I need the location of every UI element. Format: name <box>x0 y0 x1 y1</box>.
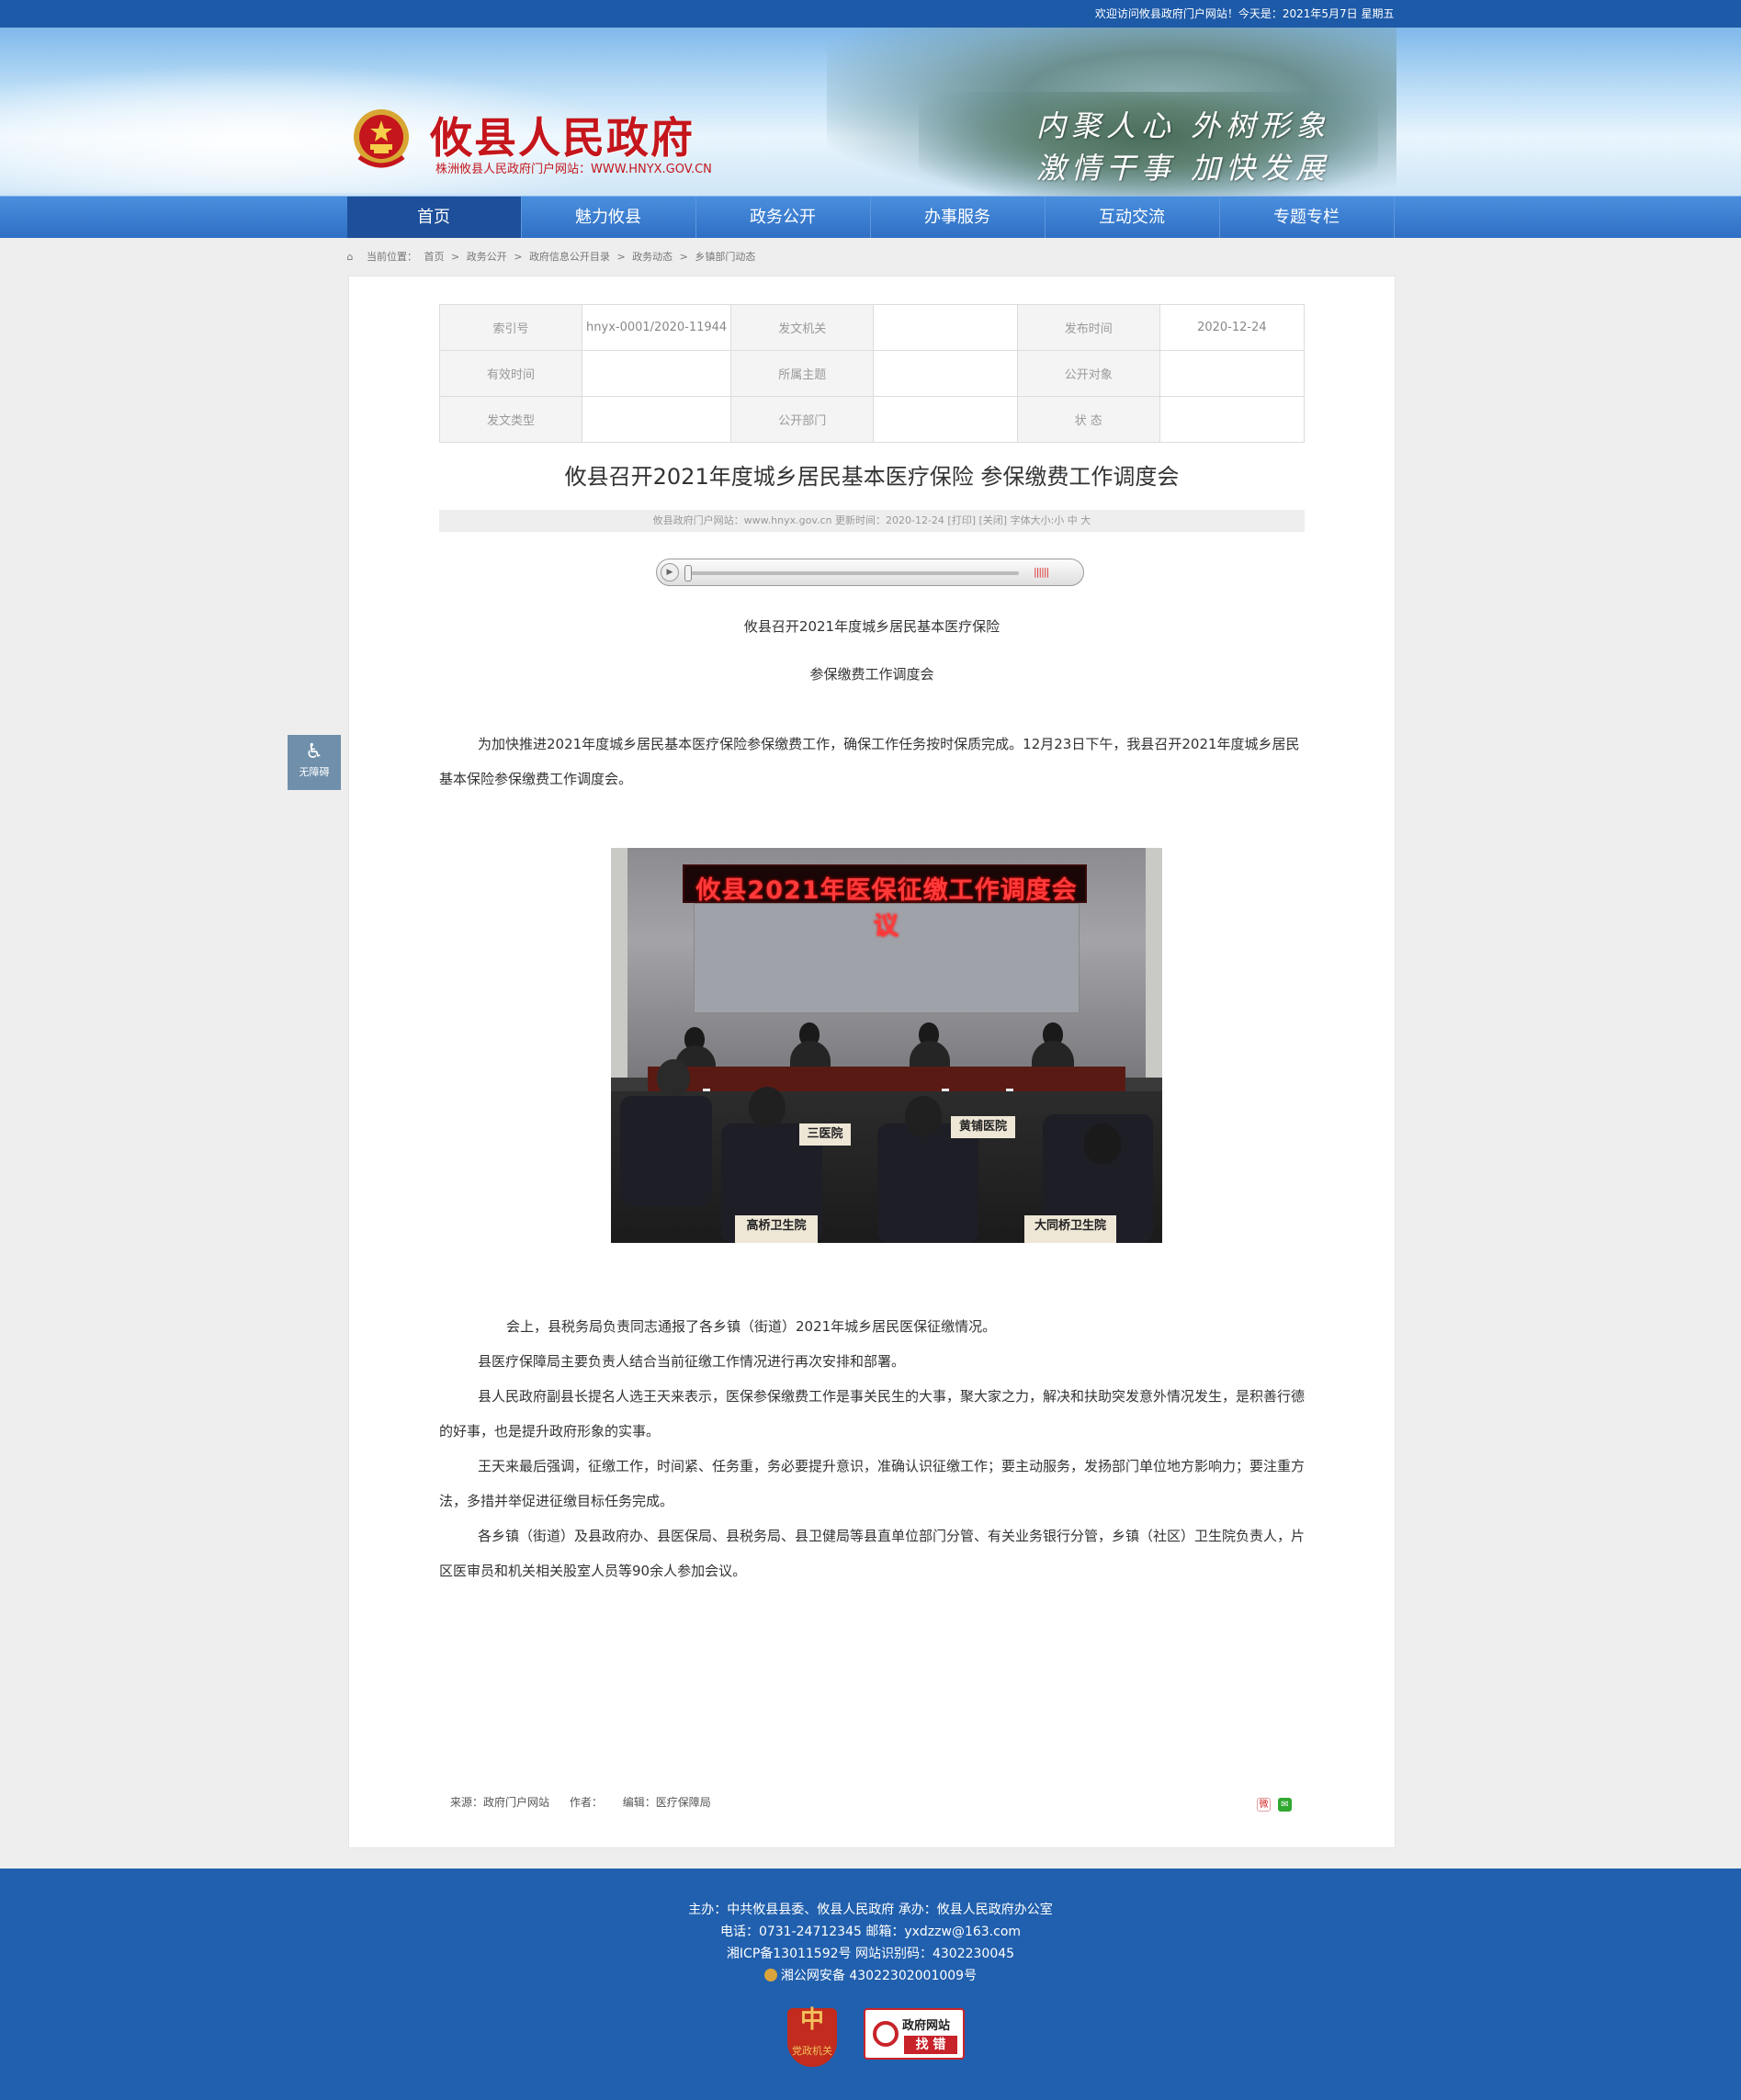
article-editor: 编辑：医疗保障局 <box>622 1796 711 1809</box>
accessibility-label: 无障碍 <box>299 766 330 778</box>
meta-key: 公开部门 <box>730 396 875 443</box>
breadcrumb-link-gov[interactable]: 政务公开 <box>467 251 507 263</box>
welcome-text: 欢迎访问攸县政府门户网站！今天是：2021年5月7日 星期五 <box>1094 7 1395 20</box>
article-panel: 索引号 hnyx-0001/2020-11944 发文机关 发布时间 2020-… <box>348 276 1396 1848</box>
site-banner: 攸县人民政府 株洲攸县人民政府门户网站：WWW.HNYX.GOV.CN 内聚人心… <box>0 28 1741 196</box>
meeting-photo: 攸县2021年医保征缴工作调度会议 三医院 黄铺医院 高桥卫生院 大同桥卫生院 <box>611 848 1162 1243</box>
accessibility-button[interactable]: ♿ 无障碍 <box>288 735 341 790</box>
party-gov-org-label: 党政机关 <box>792 2045 832 2057</box>
name-plate: 大同桥卫生院 <box>1024 1215 1116 1243</box>
breadcrumb-sep: > <box>616 251 626 263</box>
meta-value <box>873 304 1018 351</box>
meta-key: 发布时间 <box>1016 304 1160 351</box>
article-paragraph: 县人民政府副县长提名人选王天来表示，医保参保缴费工作是事关民生的大事，聚大家之力… <box>439 1388 1306 1440</box>
breadcrumb-link-catalog[interactable]: 政府信息公开目录 <box>529 251 610 263</box>
report-error-line-1: 政府网站 <box>902 2019 951 2033</box>
nav-item-services[interactable]: 办事服务 <box>871 197 1046 238</box>
article-heading-line-1: 攸县召开2021年度城乡居民基本医疗保险 <box>743 618 1001 635</box>
meta-value: hnyx-0001/2020-11944 <box>582 304 732 351</box>
article-author: 作者： <box>569 1796 603 1809</box>
nav-item-charm[interactable]: 魅力攸县 <box>522 197 696 238</box>
meta-value: 2020-12-24 <box>1159 304 1306 351</box>
top-bar: 欢迎访问攸县政府门户网站！今天是：2021年5月7日 星期五 <box>0 0 1741 28</box>
meta-key: 发文类型 <box>438 396 583 443</box>
metadata-table: 索引号 hnyx-0001/2020-11944 发文机关 发布时间 2020-… <box>438 304 1306 443</box>
nav-item-home[interactable]: 首页 <box>346 197 522 238</box>
national-emblem-icon <box>354 109 409 168</box>
audio-progress-handle[interactable] <box>684 565 692 581</box>
slogan-line-1: 内聚人心 外树形象 <box>1036 108 1331 143</box>
volume-icon[interactable]: |||||| <box>1034 566 1049 578</box>
footer-sponsor: 主办：中共攸县县委、攸县人民政府 承办：攸县人民政府办公室 <box>688 1902 1053 1917</box>
police-badge-icon <box>763 1969 777 1981</box>
meta-value <box>1159 396 1306 443</box>
breadcrumb-sep: > <box>451 251 460 263</box>
footer-police-record[interactable]: 湘公网安备 43022302001009号 <box>0 1965 1741 1987</box>
breadcrumb-link-home[interactable]: 首页 <box>424 251 445 263</box>
meta-key: 索引号 <box>438 304 583 351</box>
audio-progress-track[interactable] <box>688 571 1019 575</box>
table-row: 有效时间 所属主题 公开对象 <box>438 350 1306 397</box>
table-row: 发文类型 公开部门 状 态 <box>438 396 1306 443</box>
play-icon[interactable]: ▶ <box>661 563 679 581</box>
meta-key: 状 态 <box>1016 396 1160 443</box>
audio-player[interactable]: ▶ |||||| <box>656 559 1084 586</box>
article-paragraph: 各乡镇（街道）及县政府办、县医保局、县税务局、县卫健局等县直单位部门分管、有关业… <box>439 1528 1306 1579</box>
site-footer: 主办：中共攸县县委、攸县人民政府 承办：攸县人民政府办公室 电话：0731-24… <box>0 1869 1741 2100</box>
wechat-share-icon[interactable]: ✉ <box>1278 1798 1292 1812</box>
meta-key: 所属主题 <box>730 350 875 397</box>
weibo-share-icon[interactable]: 微 <box>1257 1798 1271 1812</box>
meta-value <box>1159 350 1306 397</box>
article-intro: 为加快推进2021年度城乡居民基本医疗保险参保缴费工作，确保工作任务按时保质完成… <box>439 736 1300 787</box>
footer-contact: 电话：0731-24712345 邮箱：yxdzzw@163.com <box>719 1925 1022 1939</box>
led-banner: 攸县2021年医保征缴工作调度会议 <box>683 864 1087 941</box>
article-footer-note: 来源：政府门户网站 作者： 编辑：医疗保障局 <box>450 1794 728 1810</box>
breadcrumb-sep: > <box>679 251 688 263</box>
article-paragraph: 县医疗保障局主要负责人结合当前征缴工作情况进行再次安排和部署。 <box>478 1353 906 1370</box>
site-subtitle: 株洲攸县人民政府门户网站：WWW.HNYX.GOV.CN <box>435 163 712 176</box>
nav-item-topics[interactable]: 专题专栏 <box>1220 197 1395 238</box>
meta-value <box>873 396 1018 443</box>
meta-value <box>582 350 732 397</box>
name-plate: 高桥卫生院 <box>735 1215 818 1243</box>
breadcrumb-link-town[interactable]: 乡镇部门动态 <box>695 251 755 263</box>
breadcrumb: ⌂ 当前位置： 首页 > 政务公开 > 政府信息公开目录 > 政务动态 > 乡镇… <box>347 238 1395 277</box>
party-gov-org-badge[interactable]: 中 党政机关 <box>787 2008 837 2067</box>
report-error-line-2: 找 错 <box>904 2036 957 2054</box>
meta-key: 有效时间 <box>438 350 583 397</box>
nav-item-interaction[interactable]: 互动交流 <box>1046 197 1220 238</box>
led-banner-text: 攸县2021年医保征缴工作调度会议 <box>695 876 1078 941</box>
meta-value <box>873 350 1018 397</box>
magnifier-icon <box>873 2021 899 2047</box>
table-row: 索引号 hnyx-0001/2020-11944 发文机关 发布时间 2020-… <box>438 304 1306 351</box>
name-plate: 三医院 <box>799 1123 851 1146</box>
main-nav: 首页 魅力攸县 政务公开 办事服务 互动交流 专题专栏 <box>0 196 1741 238</box>
breadcrumb-sep: > <box>514 251 523 263</box>
party-gov-org-mark: 中 <box>799 2006 824 2034</box>
wheelchair-icon: ♿ <box>305 740 323 763</box>
report-error-badge[interactable]: 政府网站 找 错 <box>864 2008 965 2060</box>
article-source: 来源：政府门户网站 <box>450 1796 550 1809</box>
article-title: 攸县召开2021年度城乡居民基本医疗保险 参保缴费工作调度会 <box>564 464 1180 490</box>
name-plate: 黄铺医院 <box>951 1116 1015 1138</box>
article-paragraph: 王天来最后强调，征缴工作，时间紧、任务重，务必要提升意识，准确认识征缴工作；要主… <box>439 1458 1306 1509</box>
meta-key: 公开对象 <box>1016 350 1160 397</box>
meta-key: 发文机关 <box>730 304 875 351</box>
meta-value <box>582 396 732 443</box>
article-info-bar[interactable]: 攸县政府门户网站：www.hnyx.gov.cn 更新时间：2020-12-24… <box>439 510 1305 532</box>
article-paragraph: 会上，县税务局负责同志通报了各乡镇（街道）2021年城乡居民医保征缴情况。 <box>506 1318 997 1335</box>
nav-item-gov-affairs[interactable]: 政务公开 <box>696 197 871 238</box>
breadcrumb-label: 当前位置： <box>367 251 417 263</box>
footer-police-text: 湘公网安备 43022302001009号 <box>780 1969 978 1983</box>
article-heading-line-2: 参保缴费工作调度会 <box>809 666 934 683</box>
site-title[interactable]: 攸县人民政府 <box>430 105 695 165</box>
breadcrumb-link-news[interactable]: 政务动态 <box>632 251 673 263</box>
footer-icp[interactable]: 湘ICP备13011592号 网站识别码：4302230045 <box>0 1943 1741 1965</box>
slogan-line-2: 激情干事 加快发展 <box>1036 151 1331 186</box>
home-icon: ⌂ <box>346 251 354 263</box>
